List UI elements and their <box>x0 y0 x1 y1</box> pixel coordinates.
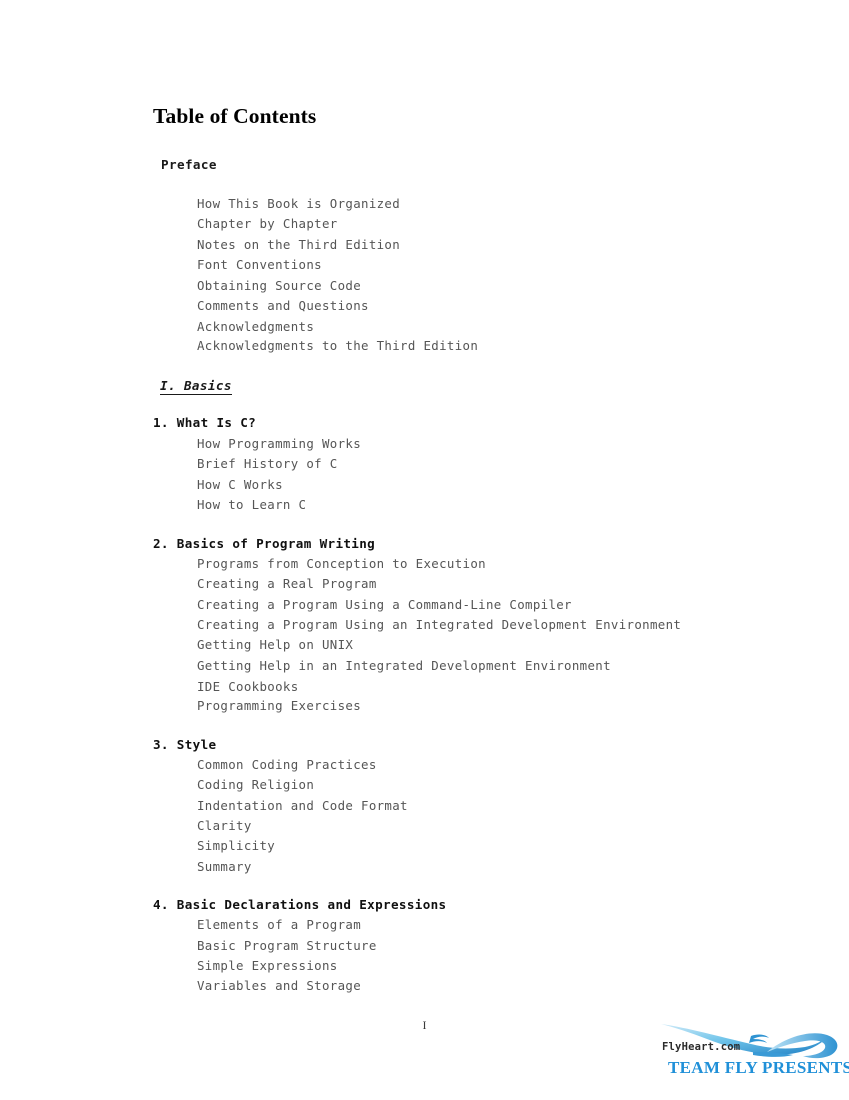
toc-entry[interactable]: IDE Cookbooks <box>197 679 299 694</box>
toc-part-heading[interactable]: I. Basics <box>160 378 232 395</box>
toc-entry[interactable]: Summary <box>197 859 252 874</box>
document-page: Table of Contents Preface How This Book … <box>0 0 849 1100</box>
toc-entry[interactable]: Creating a Program Using a Command-Line … <box>197 597 572 612</box>
toc-entry[interactable]: Notes on the Third Edition <box>197 237 400 252</box>
toc-entry[interactable]: Creating a Program Using an Integrated D… <box>197 617 681 632</box>
toc-entry[interactable]: Programming Exercises <box>197 698 361 713</box>
toc-chapter-heading[interactable]: 3. Style <box>153 737 216 752</box>
toc-entry[interactable]: Variables and Storage <box>197 978 361 993</box>
toc-entry[interactable]: Simple Expressions <box>197 958 338 973</box>
toc-entry[interactable]: How C Works <box>197 477 283 492</box>
toc-entry[interactable]: Creating a Real Program <box>197 576 377 591</box>
toc-part-heading-wrapper: I. Basics <box>160 377 232 395</box>
toc-entry[interactable]: Acknowledgments <box>197 319 314 334</box>
toc-entry[interactable]: Coding Religion <box>197 777 314 792</box>
toc-chapter-heading[interactable]: 1. What Is C? <box>153 415 256 430</box>
page-title: Table of Contents <box>153 104 317 128</box>
toc-entry[interactable]: Comments and Questions <box>197 298 369 313</box>
toc-entry[interactable]: Clarity <box>197 818 252 833</box>
toc-entry[interactable]: Font Conventions <box>197 257 322 272</box>
toc-entry[interactable]: How Programming Works <box>197 436 361 451</box>
toc-chapter-heading[interactable]: 2. Basics of Program Writing <box>153 536 375 551</box>
toc-entry[interactable]: Acknowledgments to the Third Edition <box>197 338 478 353</box>
logo-wordmark: FlyHeart.com <box>662 1041 741 1053</box>
toc-chapter-heading[interactable]: 4. Basic Declarations and Expressions <box>153 897 447 912</box>
toc-entry[interactable]: Elements of a Program <box>197 917 361 932</box>
toc-entry[interactable]: Chapter by Chapter <box>197 216 338 231</box>
toc-part-preface[interactable]: Preface <box>161 157 217 172</box>
logo-tagline: TEAM FLY PRESENTS <box>668 1058 849 1077</box>
toc-entry[interactable]: Getting Help in an Integrated Developmen… <box>197 658 611 673</box>
toc-entry[interactable]: Common Coding Practices <box>197 757 377 772</box>
toc-entry[interactable]: Basic Program Structure <box>197 938 377 953</box>
toc-entry[interactable]: Programs from Conception to Execution <box>197 556 486 571</box>
toc-entry[interactable]: Getting Help on UNIX <box>197 637 353 652</box>
toc-entry[interactable]: Indentation and Code Format <box>197 798 408 813</box>
flyheart-logo: FlyHeart.com TEAM FLY PRESENTS <box>655 1022 849 1084</box>
toc-entry[interactable]: Brief History of C <box>197 456 338 471</box>
toc-entry[interactable]: Obtaining Source Code <box>197 278 361 293</box>
toc-entry[interactable]: How to Learn C <box>197 497 306 512</box>
toc-entry[interactable]: How This Book is Organized <box>197 196 400 211</box>
toc-entry[interactable]: Simplicity <box>197 838 275 853</box>
